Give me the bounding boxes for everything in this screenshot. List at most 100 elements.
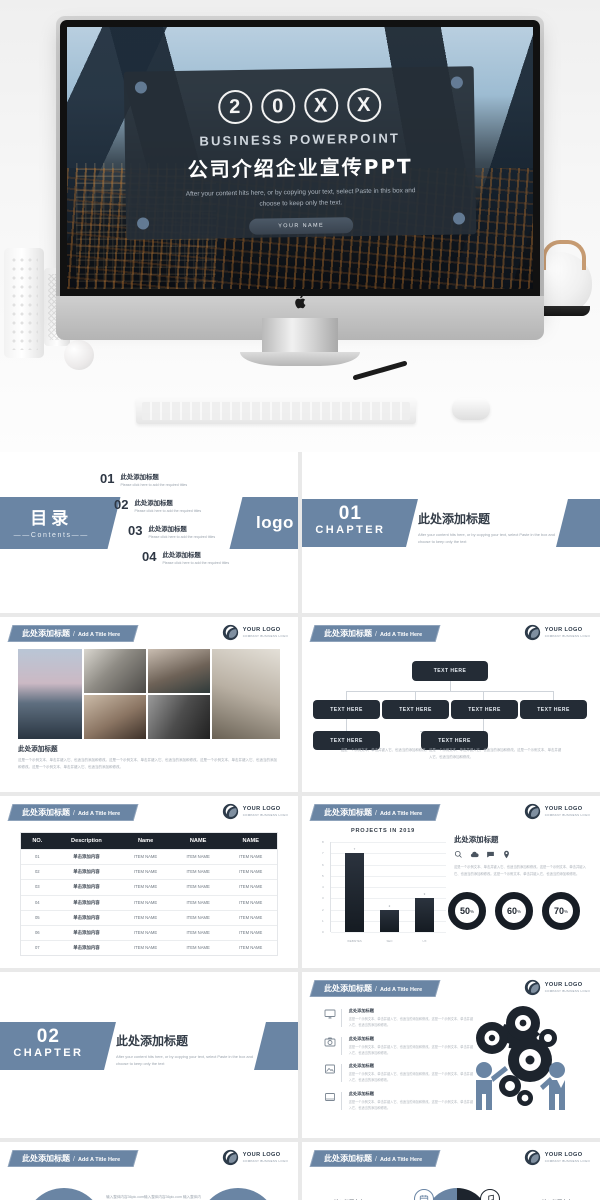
slide-bottom-left[interactable]: 此处添加标题 / Add A Title Here YOUR LOGO COMP… [0, 1142, 298, 1200]
ring-value: 60 [506, 906, 517, 916]
table-row[interactable]: 07 单击添加内容 ITEM NAME ITEM NAME ITEM NAME [21, 940, 277, 955]
table-cell: 05 [34, 914, 40, 920]
table-row[interactable]: 06 单击添加内容 ITEM NAME ITEM NAME ITEM NAME [21, 924, 277, 940]
slide-title-separator: / [375, 810, 377, 817]
logo-title: YOUR LOGO [544, 1152, 583, 1158]
toc-desc: Please click here to add the required ti… [120, 483, 188, 487]
cloud-icon[interactable] [470, 850, 479, 859]
slide-title-en: Add A Title Here [77, 1157, 121, 1163]
slide-title-en: Add A Title Here [379, 987, 423, 993]
table-row[interactable]: 04 单击添加内容 ITEM NAME ITEM NAME ITEM NAME [21, 894, 277, 910]
chart-y-tick: 8 [322, 840, 324, 844]
logo-lockup: YOUR LOGO COMPANY BUSINESS LOGO [222, 1149, 288, 1166]
table-row[interactable]: 05 单击添加内容 ITEM NAME ITEM NAME ITEM NAME [21, 909, 277, 925]
table-cell: ITEM NAME [186, 930, 210, 936]
decor-keyboard [136, 398, 416, 424]
swoosh-logo-icon [222, 1149, 238, 1166]
org-chart: TEXT HERE TEXT HERE TEXT HERE TEXT HERE … [302, 649, 600, 759]
slide-org-chart[interactable]: 此处添加标题 / Add A Title Here YOUR LOGO COMP… [302, 617, 600, 792]
table-cell: ITEM NAME [239, 914, 263, 920]
list-item[interactable]: 01 此处添加标题 Please click here to add the r… [100, 472, 250, 487]
slide-title-en: Add A Title Here [379, 811, 423, 817]
logo-lockup: YOUR LOGO COMPANY BUSINESS LOGO [524, 979, 590, 996]
year-digit: 2 [217, 89, 253, 125]
pin-icon[interactable] [502, 850, 511, 859]
bottom-left-text: 输入整体内容36pic.com输入整体内容36pic.com 输入整体内容36p… [106, 1195, 201, 1199]
chart-bar-label: 2 [388, 903, 391, 908]
toc-desc: Please click here to add the required ti… [148, 535, 216, 539]
slide-title-separator: / [375, 1156, 377, 1163]
slide-contents[interactable]: 目录 ——Contents—— logo 01 此处添加标题 Please cl… [0, 452, 298, 613]
chat-icon[interactable] [486, 850, 495, 859]
org-node[interactable]: TEXT HERE [382, 700, 449, 719]
chapter-title: 此处添加标题 [116, 1034, 189, 1048]
table-cell: 单击添加内容 [73, 855, 100, 861]
calendar-icon [419, 1195, 429, 1200]
list-item[interactable]: 03 此处添加标题 Please click here to add the r… [128, 524, 250, 539]
chapter-number: 02 [36, 1026, 60, 1047]
ring-value: 70 [553, 906, 564, 916]
table-header-cell: Description [71, 838, 102, 844]
chapter-word: CHAPTER [315, 524, 386, 536]
slide-chapter-01[interactable]: 01 CHAPTER 此处添加标题 After your content hit… [302, 452, 600, 613]
org-connector [415, 691, 416, 700]
toc-number: 02 [114, 497, 129, 512]
slide-gallery[interactable]: 此处添加标题 / Add A Title Here YOUR LOGO COMP… [0, 617, 298, 792]
slide-chapter-02[interactable]: 02 CHAPTER 此处添加标题 After your content hit… [0, 972, 298, 1138]
org-node[interactable]: TEXT HERE [520, 700, 587, 719]
chart-bar: 3 [415, 892, 434, 932]
logo-title: YOUR LOGO [544, 806, 583, 812]
slide-table[interactable]: 此处添加标题 / Add A Title Here YOUR LOGO COMP… [0, 796, 298, 968]
slide-title-cn: 此处添加标题 [22, 629, 70, 638]
logo-lockup: YOUR LOGO COMPANY BUSINESS LOGO [222, 803, 288, 820]
slide-gears[interactable]: 此处添加标题 / Add A Title Here YOUR LOGO COMP… [302, 972, 600, 1138]
chart-y-tick: 2 [322, 907, 324, 912]
search-icon[interactable] [454, 850, 463, 859]
contents-logo-word: logo [256, 513, 294, 532]
toc-number: 04 [142, 549, 157, 564]
table-row[interactable]: 01 单击添加内容 ITEM NAME ITEM NAME ITEM NAME [21, 849, 277, 864]
hero-mockup: 2 0 X X BUSINESS POWERPOINT 公司介绍企业宣传PPT … [0, 0, 600, 452]
chapter-number: 01 [338, 503, 362, 524]
table-row[interactable]: 02 单击添加内容 ITEM NAME ITEM NAME ITEM NAME [21, 864, 277, 879]
table-cell: ITEM NAME [133, 899, 158, 905]
org-node[interactable]: TEXT HERE [313, 700, 380, 719]
table-cell: ITEM NAME [133, 914, 158, 920]
table-cell: ITEM NAME [239, 930, 263, 936]
org-node-root[interactable]: TEXT HERE [412, 661, 488, 681]
monitor-stand-neck [262, 318, 338, 354]
slide-title-separator: / [375, 631, 377, 638]
table-cell: ITEM NAME [186, 884, 210, 890]
gallery-image-devices [148, 695, 210, 739]
table-cell: ITEM NAME [133, 854, 158, 860]
table-cell: 单击添加内容 [73, 900, 100, 906]
org-node[interactable]: TEXT HERE [451, 700, 518, 719]
contents-heading-en: ——Contents—— [13, 532, 89, 539]
your-name-button[interactable]: YOUR NAME [249, 217, 354, 235]
list-item[interactable]: 02 此处添加标题 Please click here to add the r… [114, 498, 250, 513]
slide-title-separator: / [73, 631, 75, 638]
table-cell: ITEM NAME [133, 930, 158, 936]
table-row[interactable]: 03 单击添加内容 ITEM NAME ITEM NAME ITEM NAME [21, 879, 277, 894]
gallery-image-meeting [148, 649, 210, 693]
ring-unit: % [517, 908, 522, 914]
table-cell: ITEM NAME [239, 899, 263, 905]
table-cell: ITEM NAME [133, 945, 158, 951]
chart-side-text: 这是一个示例文本、单击并键入它、也适当的添加和修改。这是一个示例文本、单击并键入… [454, 865, 586, 876]
slide-title-en: Add A Title Here [379, 1157, 423, 1163]
slide-title-en: Add A Title Here [379, 632, 423, 638]
slide-chart[interactable]: 此处添加标题 / Add A Title Here YOUR LOGO COMP… [302, 796, 600, 968]
slide-bottom-right[interactable]: 此处添加标题 / Add A Title Here YOUR LOGO COMP… [302, 1142, 600, 1200]
table-cell: 07 [34, 945, 40, 951]
list-item[interactable]: 04 此处添加标题 Please click here to add the r… [142, 550, 250, 565]
chart-title: PROJECTS IN 2019 [350, 828, 416, 834]
chart-y-tick: 1 [322, 918, 324, 923]
slide-title-cn: 此处添加标题 [324, 629, 372, 638]
table-cell: 01 [34, 854, 40, 860]
slide-title-en: Add A Title Here [77, 811, 121, 817]
logo-title: YOUR LOGO [242, 1152, 281, 1158]
chapter-text-block: 此处添加标题 After your content hits here, or … [418, 510, 568, 545]
chart-y-tick: 3 [322, 896, 324, 901]
toc-title: 此处添加标题 [134, 499, 173, 507]
table-cell: ITEM NAME [186, 945, 210, 951]
